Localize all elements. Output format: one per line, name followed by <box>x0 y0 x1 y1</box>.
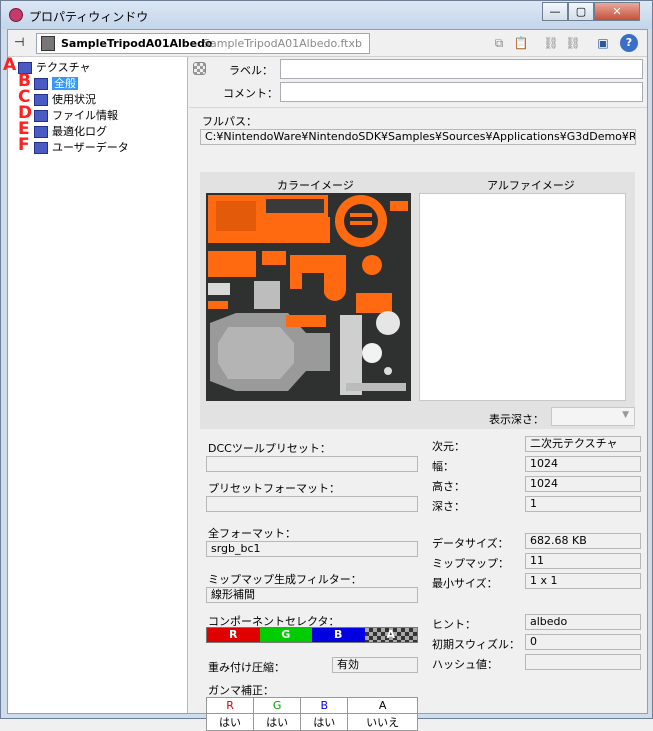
object-name: SampleTripodA01Albedo <box>61 37 213 50</box>
chevron-down-icon: ▼ <box>622 410 629 420</box>
properties-window: プロパティウィンドウ — ▢ ✕ ⊣ SampleTripodA01Albedo… <box>0 0 653 731</box>
paste-icon[interactable]: 📋 <box>512 34 530 52</box>
object-path: SampleTripodA01Albedo.ftxb <box>203 37 362 50</box>
marker-f: F <box>18 135 30 155</box>
alpha-image-caption: アルファイメージ <box>487 179 575 192</box>
unlink-icon[interactable]: ⛓ <box>564 34 582 52</box>
copy-icon[interactable]: ⧉ <box>490 34 508 52</box>
dimension-caption: 次元： <box>432 440 465 453</box>
all-format-caption: 全フォーマット： <box>208 527 296 540</box>
mipmap-field[interactable]: 11 <box>525 553 641 569</box>
mip-filter-field[interactable]: 線形補間 <box>206 587 418 603</box>
height-caption: 高さ： <box>432 480 465 493</box>
gamma-caption: ガンマ補正： <box>208 684 274 697</box>
component-b: B <box>312 628 365 642</box>
data-size-field[interactable]: 682.68 KB <box>525 533 641 549</box>
app-icon <box>9 8 23 22</box>
close-button[interactable]: ✕ <box>594 2 640 21</box>
depth-field[interactable]: 1 <box>525 496 641 512</box>
client-area: ⊣ SampleTripodA01Albedo SampleTripodA01A… <box>3 29 648 731</box>
display-depth-dropdown[interactable]: ▼ <box>551 407 635 426</box>
fullpath-field[interactable]: C:¥NintendoWare¥NintendoSDK¥Samples¥Sour… <box>200 129 636 145</box>
label-input[interactable] <box>280 59 643 79</box>
gamma-header-a: A <box>347 697 418 714</box>
mip-filter-caption: ミップマップ生成フィルター： <box>208 573 362 586</box>
weighted-compress-caption: 重み付け圧縮： <box>208 661 285 674</box>
texture-file-icon <box>41 36 55 51</box>
component-a: A <box>364 628 417 642</box>
fullpath-caption: フルパス： <box>202 115 257 128</box>
preset-format-field[interactable] <box>206 496 418 512</box>
preset-format-caption: プリセットフォーマット： <box>208 482 340 495</box>
maximize-button[interactable]: ▢ <box>568 2 594 21</box>
component-g: G <box>259 628 312 642</box>
window-title: プロパティウィンドウ <box>29 10 149 24</box>
comment-caption: コメント： <box>223 87 278 100</box>
property-icon <box>34 142 48 154</box>
link-icon[interactable]: ⛓ <box>542 34 560 52</box>
weighted-compress-field[interactable]: 有効 <box>332 657 418 673</box>
tree-item-file-info[interactable]: ファイル情報 <box>34 108 118 124</box>
dimension-field[interactable]: 二次元テクスチャ <box>525 436 641 452</box>
gamma-value-g: はい <box>253 713 302 731</box>
color-image-caption: カラーイメージ <box>277 179 354 192</box>
initial-swizzle-field[interactable]: 0 <box>525 634 641 650</box>
marker-a: A <box>3 55 17 75</box>
height-field[interactable]: 1024 <box>525 476 641 492</box>
depth-caption: 深さ： <box>432 500 465 513</box>
hash-caption: ハッシュ値： <box>432 658 498 671</box>
property-icon <box>34 94 48 106</box>
all-format-field[interactable]: srgb_bc1 <box>206 541 418 557</box>
property-icon <box>34 78 48 90</box>
initial-swizzle-caption: 初期スウィズル： <box>432 638 520 651</box>
width-caption: 幅： <box>432 460 454 473</box>
mipmap-caption: ミップマップ： <box>432 557 509 570</box>
gamma-table: R G B A はい はい はい いいえ <box>205 697 418 731</box>
min-size-field[interactable]: 1 x 1 <box>525 573 641 589</box>
tree-item-general[interactable]: 全般 <box>34 76 78 92</box>
min-size-caption: 最小サイズ： <box>432 577 498 590</box>
label-icon <box>193 62 206 75</box>
gamma-header-g: G <box>253 697 302 714</box>
pin-icon[interactable]: ⊣ <box>14 35 24 49</box>
minimize-button[interactable]: — <box>542 2 568 21</box>
title-bar[interactable]: プロパティウィンドウ — ▢ ✕ <box>1 1 652 29</box>
width-field[interactable]: 1024 <box>525 456 641 472</box>
component-selector: R G B A <box>206 627 418 643</box>
target-object-selector[interactable]: SampleTripodA01Albedo SampleTripodA01Alb… <box>36 33 370 54</box>
property-page: ラベル： コメント： フルパス： C:¥NintendoWare¥Nintend… <box>189 57 647 731</box>
tree-item-usage[interactable]: 使用状況 <box>34 92 96 108</box>
gamma-value-a: いいえ <box>347 713 418 731</box>
property-icon <box>34 126 48 138</box>
hash-field[interactable] <box>525 654 641 670</box>
toolbar: ⊣ SampleTripodA01Albedo SampleTripodA01A… <box>8 30 647 57</box>
gamma-header-r: R <box>205 697 255 714</box>
hint-field[interactable]: albedo <box>525 614 641 630</box>
dcc-preset-field[interactable] <box>206 456 418 472</box>
gamma-value-r: はい <box>205 713 255 731</box>
display-depth-caption: 表示深さ： <box>489 413 544 426</box>
color-image-preview <box>206 193 411 401</box>
page-tree: テクスチャ 全般 使用状況 ファイル情報 最適化ログ ユーザーデータ A B C… <box>3 55 188 713</box>
hint-caption: ヒント： <box>432 618 476 631</box>
window-icon[interactable]: ▣ <box>594 34 612 52</box>
label-caption: ラベル： <box>229 64 273 77</box>
help-icon[interactable]: ? <box>620 34 638 52</box>
tree-item-user-data[interactable]: ユーザーデータ <box>34 140 129 156</box>
gamma-value-b: はい <box>300 713 349 731</box>
component-r: R <box>207 628 260 642</box>
alpha-image-preview <box>419 193 626 401</box>
dcc-preset-caption: DCCツールプリセット： <box>208 442 331 455</box>
gamma-header-b: B <box>300 697 349 714</box>
tree-item-optimize-log[interactable]: 最適化ログ <box>34 124 107 140</box>
divider <box>189 107 647 108</box>
comment-input[interactable] <box>280 82 643 102</box>
property-icon <box>34 110 48 122</box>
data-size-caption: データサイズ： <box>432 537 509 550</box>
